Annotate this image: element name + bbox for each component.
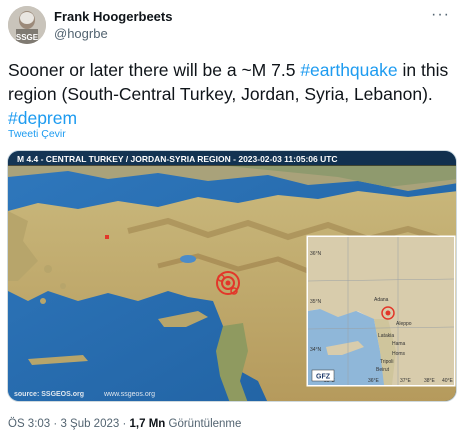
inset-lon-label: 40°E [442,378,454,384]
tweet-text-part: Sooner or later there will be a ~M 7.5 [8,60,301,80]
inset-gfz-logo: GFZ [316,374,331,381]
inset-lon-label: 38°E [424,378,436,384]
avatar-logo-text: SSGE [16,33,39,42]
avatar[interactable]: SSGE [8,6,46,44]
inset-city-label: Adana [374,297,389,303]
inset-city-label: Beirut [376,367,390,373]
inset-city-label: Hama [392,341,406,347]
inset-city-label: Tripoli [380,359,393,365]
inset-lat-label: 35°N [310,299,322,305]
inset-lat-label: 34°N [310,347,322,353]
views-label: Görüntülenme [168,418,242,430]
hashtag-earthquake[interactable]: #earthquake [300,60,397,80]
author-handle[interactable]: @hogrbe [54,25,172,42]
inset-city-label: Aleppo [396,321,412,327]
map-website: www.ssgeos.org [103,391,155,398]
meta-separator: · [119,418,130,430]
author-name[interactable]: Frank Hoogerbeets [54,8,172,25]
map-source: source: SSGEOS.org [14,391,84,398]
inset-lon-label: 37°E [400,378,412,384]
avatar-image: SSGE [8,6,46,44]
inset-map: 36°N 35°N 34°N 35°E 36°E 37°E 38°E 40°E … [306,235,456,387]
more-options-icon[interactable]: ··· [431,7,450,23]
inset-city-label: Latakia [378,333,394,339]
inset-lat-label: 36°N [310,251,322,257]
map-title: M 4.4 - CENTRAL TURKEY / JORDAN-SYRIA RE… [17,154,338,164]
hashtag-deprem[interactable]: #deprem [8,108,77,128]
tweet-text: Sooner or later there will be a ~M 7.5 #… [8,58,454,130]
inset-city-label: Homs [392,351,406,357]
inset-lon-label: 36°E [368,378,380,384]
tweet-metadata: ÖS 3:03 · 3 Şub 2023 · 1,7 Mn Görüntülen… [8,418,241,430]
tweet-date[interactable]: 3 Şub 2023 [60,418,119,430]
author-block: Frank Hoogerbeets @hogrbe [54,8,172,42]
earthquake-map: M 4.4 - CENTRAL TURKEY / JORDAN-SYRIA RE… [8,151,456,401]
tweet-time[interactable]: ÖS 3:03 [8,418,50,430]
views-count: 1,7 Mn [129,418,166,430]
translate-tweet-link[interactable]: Tweeti Çevir [8,128,66,140]
tweet-media-image[interactable]: M 4.4 - CENTRAL TURKEY / JORDAN-SYRIA RE… [7,150,457,402]
meta-separator: · [50,418,61,430]
